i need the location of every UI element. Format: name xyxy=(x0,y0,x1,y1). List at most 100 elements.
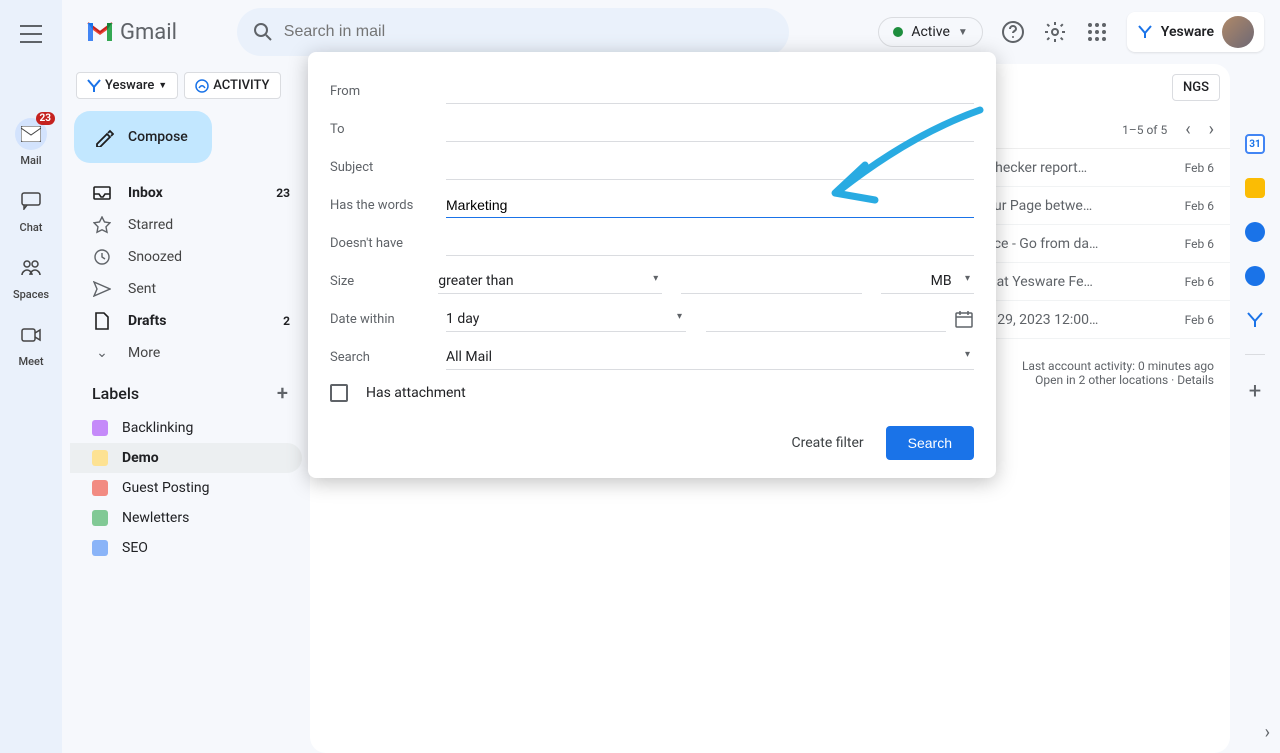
rail-spaces-label: Spaces xyxy=(13,288,49,301)
mail-date: Feb 6 xyxy=(1185,161,1214,175)
next-page-button[interactable]: › xyxy=(1209,119,1214,140)
size-operator-select[interactable]: greater than xyxy=(438,269,662,294)
doesnt-have-input[interactable] xyxy=(446,231,974,256)
mail-date: Feb 6 xyxy=(1185,313,1214,327)
nav-drafts[interactable]: Drafts 2 xyxy=(70,305,302,337)
nav-starred[interactable]: Starred xyxy=(70,209,302,241)
label-name: Demo xyxy=(122,450,159,466)
app-rail: 23 Mail Chat Spaces Meet xyxy=(0,0,62,753)
tab-ngs[interactable]: NGS xyxy=(1172,74,1220,101)
yesware-brand-text: Yesware xyxy=(1161,24,1214,40)
compose-label: Compose xyxy=(128,129,188,145)
label-item-backlinking[interactable]: Backlinking xyxy=(70,413,302,443)
rail-mail[interactable]: 23 Mail xyxy=(0,110,62,175)
label-item-seo[interactable]: SEO xyxy=(70,533,302,563)
open-locations-link[interactable]: Open in 2 other locations · Details xyxy=(1022,373,1214,387)
chevron-down-icon: ▼ xyxy=(958,27,968,38)
nav-sent-label: Sent xyxy=(128,281,156,297)
rail-meet[interactable]: Meet xyxy=(0,311,62,376)
main-menu-button[interactable] xyxy=(7,10,55,58)
rail-chat-label: Chat xyxy=(20,221,43,234)
chat-icon xyxy=(21,192,41,210)
meet-icon xyxy=(21,327,41,343)
activity-tool-label: ACTIVITY xyxy=(213,78,269,93)
label-name: SEO xyxy=(122,540,148,556)
calendar-app-icon[interactable]: 31 xyxy=(1245,134,1265,154)
size-unit-select[interactable]: MB xyxy=(881,269,974,294)
date-range-select[interactable]: 1 day xyxy=(446,307,686,332)
add-label-button[interactable]: + xyxy=(277,381,288,405)
side-panel: 31 + › xyxy=(1230,64,1280,753)
size-value-input[interactable] xyxy=(681,269,862,294)
label-swatch-icon xyxy=(92,450,108,466)
inbox-icon xyxy=(93,186,111,200)
gmail-logo[interactable]: Gmail xyxy=(86,20,177,45)
side-panel-toggle[interactable]: › xyxy=(1265,722,1270,743)
status-dot-icon xyxy=(893,27,903,37)
mail-icon xyxy=(21,126,41,142)
label-swatch-icon xyxy=(92,480,108,496)
has-words-input[interactable] xyxy=(446,193,974,218)
has-attachment-checkbox[interactable] xyxy=(330,384,348,402)
search-scope-label: Search xyxy=(330,350,446,365)
doesnt-have-label: Doesn't have xyxy=(330,236,446,251)
gmail-logo-icon xyxy=(86,21,114,43)
size-label: Size xyxy=(330,274,438,289)
label-name: Backlinking xyxy=(122,420,193,436)
label-name: Guest Posting xyxy=(122,480,210,496)
date-within-label: Date within xyxy=(330,312,446,327)
yesware-logo-icon xyxy=(1137,24,1153,40)
has-attachment-label: Has attachment xyxy=(366,385,466,401)
calendar-icon[interactable] xyxy=(954,309,974,329)
help-icon[interactable] xyxy=(1001,20,1025,44)
from-label: From xyxy=(330,84,446,99)
rail-mail-label: Mail xyxy=(20,154,41,167)
keep-app-icon[interactable] xyxy=(1245,178,1265,198)
subject-input[interactable] xyxy=(446,155,974,180)
tab-ngs-label: NGS xyxy=(1183,80,1209,95)
yesware-app-icon[interactable] xyxy=(1245,310,1265,330)
nav-more[interactable]: ⌄ More xyxy=(70,337,302,369)
search-bar[interactable] xyxy=(237,8,789,56)
user-avatar[interactable] xyxy=(1222,16,1254,48)
rail-chat[interactable]: Chat xyxy=(0,177,62,242)
yesware-header-pill[interactable]: Yesware xyxy=(1127,12,1264,52)
nav-snoozed-label: Snoozed xyxy=(128,249,182,265)
create-filter-link[interactable]: Create filter xyxy=(791,435,863,451)
modal-search-button[interactable]: Search xyxy=(886,426,974,460)
status-active-pill[interactable]: Active ▼ xyxy=(878,17,982,47)
status-active-label: Active xyxy=(911,24,950,40)
compose-button[interactable]: Compose xyxy=(74,111,212,163)
nav-sent[interactable]: Sent xyxy=(70,273,302,305)
label-swatch-icon xyxy=(92,420,108,436)
mail-badge: 23 xyxy=(36,112,55,125)
nav-inbox[interactable]: Inbox 23 xyxy=(70,177,302,209)
hamburger-icon xyxy=(20,25,42,43)
label-item-guest-posting[interactable]: Guest Posting xyxy=(70,473,302,503)
chevron-down-icon: ▼ xyxy=(158,80,167,91)
search-scope-select[interactable]: All Mail xyxy=(446,345,974,370)
yesware-tool-label: Yesware xyxy=(105,78,154,93)
rail-spaces[interactable]: Spaces xyxy=(0,244,62,309)
to-input[interactable] xyxy=(446,117,974,142)
drafts-icon xyxy=(94,312,110,330)
nav-more-label: More xyxy=(128,345,160,361)
search-input[interactable] xyxy=(284,23,773,41)
mail-date: Feb 6 xyxy=(1185,237,1214,251)
date-input[interactable] xyxy=(706,307,946,332)
add-app-button[interactable]: + xyxy=(1249,379,1261,404)
tasks-app-icon[interactable] xyxy=(1245,222,1265,242)
label-item-demo[interactable]: Demo xyxy=(70,443,302,473)
nav-snoozed[interactable]: Snoozed xyxy=(70,241,302,273)
nav-drafts-label: Drafts xyxy=(128,313,166,329)
activity-tool-pill[interactable]: ACTIVITY xyxy=(184,72,280,99)
settings-gear-icon[interactable] xyxy=(1043,20,1067,44)
yesware-tool-pill[interactable]: Yesware ▼ xyxy=(76,72,178,99)
from-input[interactable] xyxy=(446,79,974,104)
label-item-newletters[interactable]: Newletters xyxy=(70,503,302,533)
contacts-app-icon[interactable] xyxy=(1245,266,1265,286)
prev-page-button[interactable]: ‹ xyxy=(1185,119,1190,140)
yesware-mini-icon xyxy=(87,79,101,93)
mail-date: Feb 6 xyxy=(1185,275,1214,289)
apps-grid-icon[interactable] xyxy=(1085,20,1109,44)
